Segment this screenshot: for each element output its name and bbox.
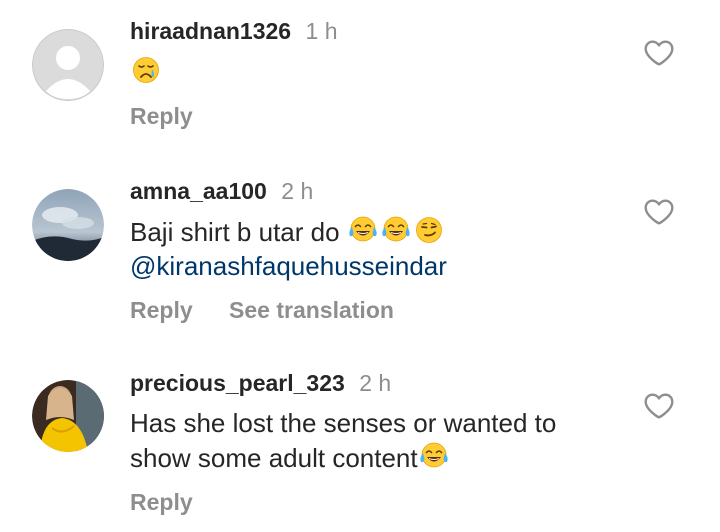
comment-text: [130, 54, 630, 89]
reply-button[interactable]: Reply: [130, 297, 193, 323]
tears-of-joy-icon: [380, 214, 412, 246]
comment-text: Baji shirt b utar do @kiranashfaquehusse…: [130, 214, 630, 283]
username[interactable]: hiraadnan1326: [130, 18, 291, 44]
see-translation-button[interactable]: See translation: [229, 297, 394, 323]
comments-list: hiraadnan1326 1 h Reply amna_aa100 2 h B…: [0, 0, 720, 532]
like-heart-icon[interactable]: [642, 390, 676, 422]
avatar[interactable]: [32, 380, 104, 452]
crying-face-icon: [130, 54, 162, 86]
like-heart-icon[interactable]: [642, 37, 676, 69]
mention-link[interactable]: @kiranashfaquehusseindar: [130, 249, 630, 283]
reply-button[interactable]: Reply: [130, 489, 193, 515]
reply-button[interactable]: Reply: [130, 103, 193, 129]
comment-item: precious_pearl_323 2 h Has she lost the …: [0, 360, 720, 532]
username[interactable]: amna_aa100: [130, 178, 267, 204]
tears-of-joy-icon: [347, 214, 379, 246]
comment-item: amna_aa100 2 h Baji shirt b utar do @kir…: [0, 170, 720, 360]
comment-body-line1: Has she lost the senses or wanted to: [130, 408, 557, 438]
like-heart-icon[interactable]: [642, 196, 676, 228]
avatar[interactable]: [32, 189, 104, 261]
tears-of-joy-icon: [418, 440, 450, 472]
comment-body-line2: show some adult content: [130, 443, 418, 473]
username[interactable]: precious_pearl_323: [130, 370, 345, 396]
comment-time: 2 h: [281, 178, 314, 204]
comment-text: Has she lost the senses or wanted to sho…: [130, 406, 630, 475]
comment-body: Baji shirt b utar do: [130, 217, 347, 247]
comment-item: hiraadnan1326 1 h Reply: [0, 0, 720, 170]
comment-time: 1 h: [305, 18, 338, 44]
comment-time: 2 h: [359, 370, 392, 396]
avatar[interactable]: [32, 29, 104, 101]
smirking-face-icon: [413, 214, 445, 246]
